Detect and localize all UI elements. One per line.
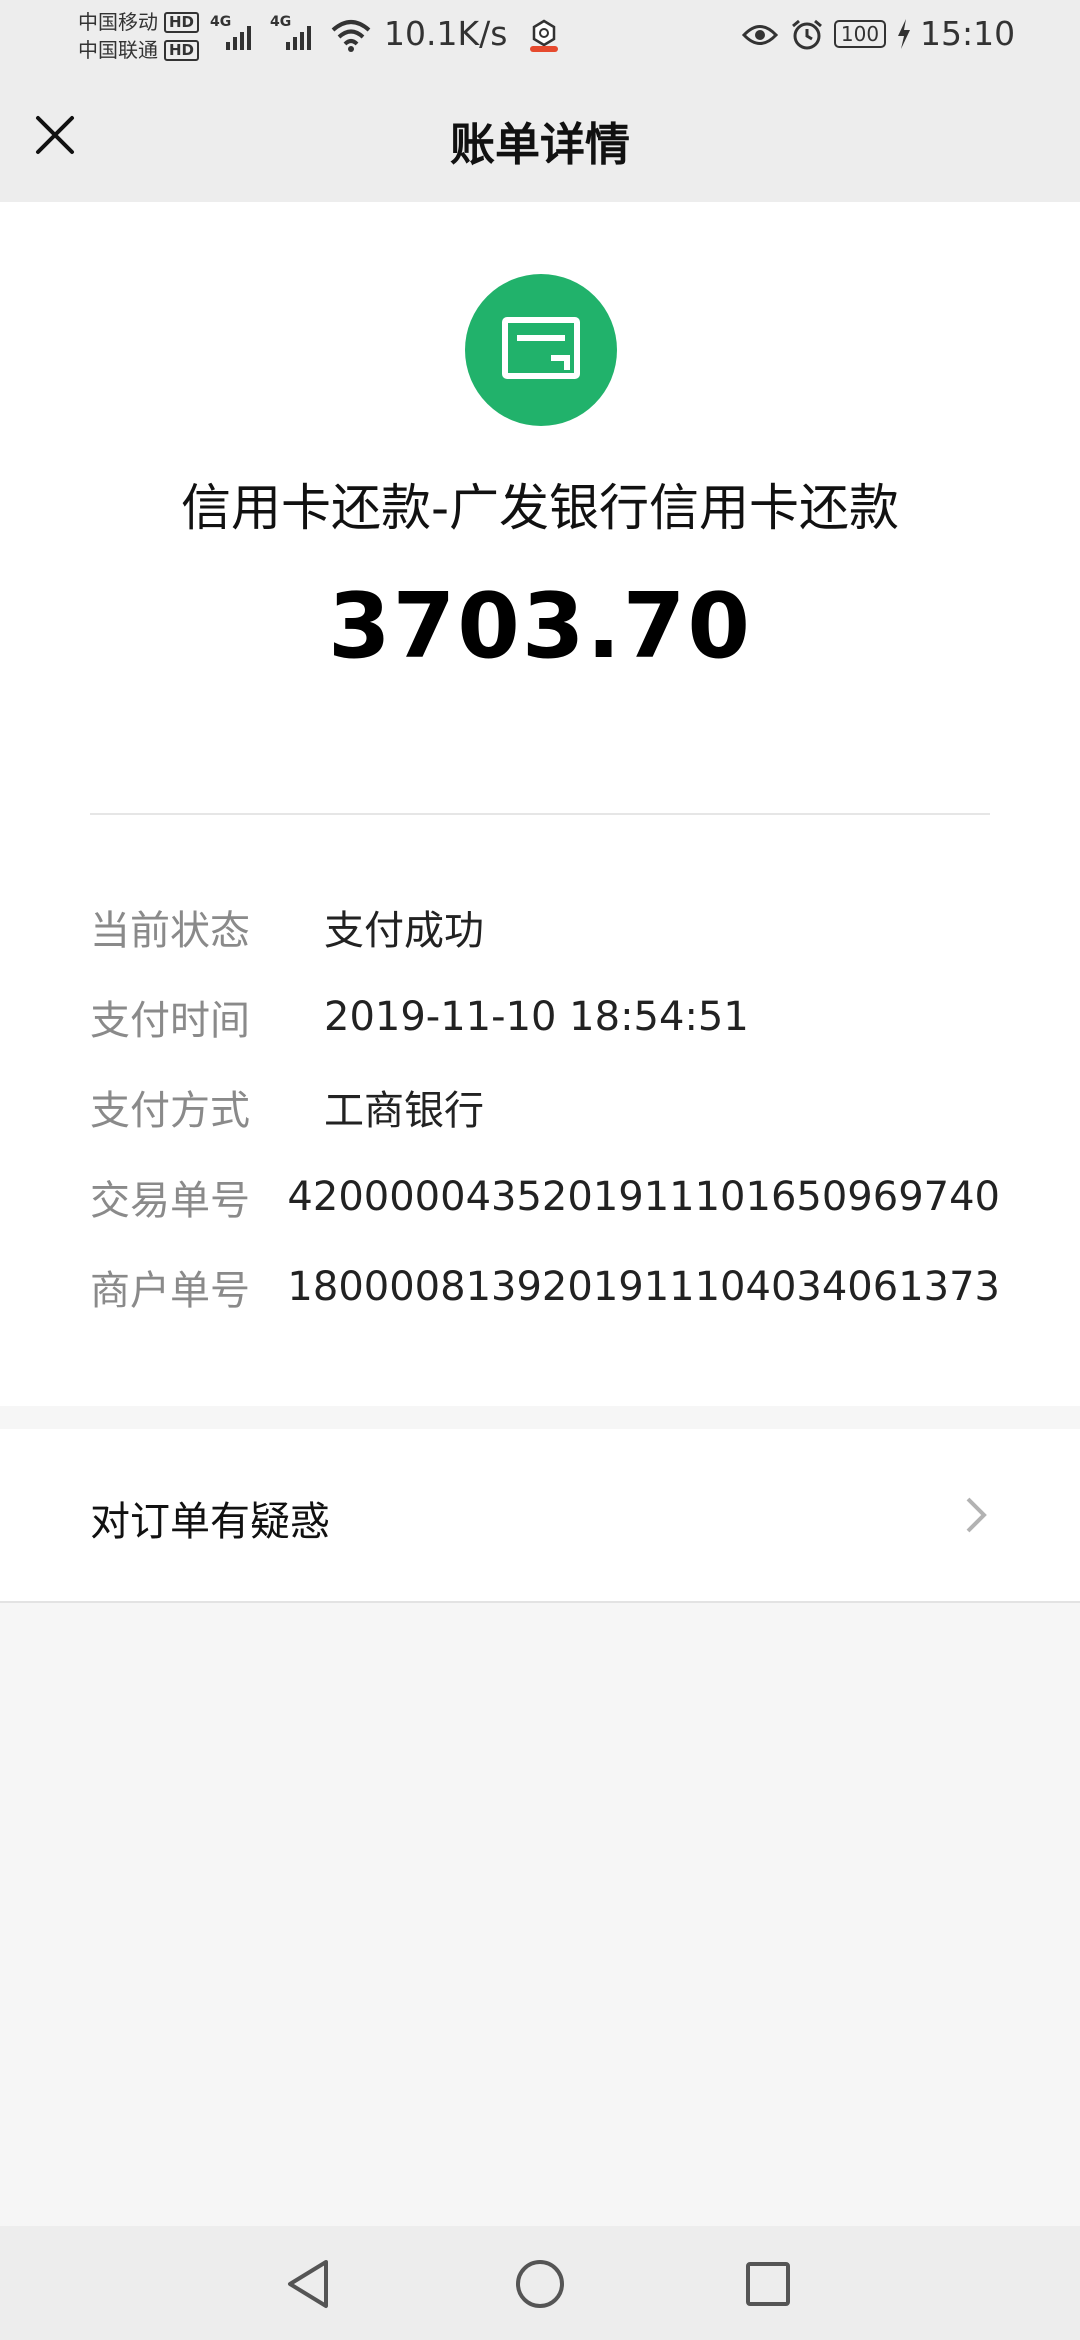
- detail-value: 2019-11-10 18:54:51: [324, 994, 749, 1040]
- divider: [90, 813, 990, 815]
- recent-apps-icon[interactable]: [744, 2260, 792, 2308]
- charging-icon: [898, 19, 910, 49]
- back-icon[interactable]: [284, 2256, 334, 2312]
- detail-label: 支付时间: [90, 998, 250, 1044]
- carrier-1: 中国移动: [78, 10, 158, 34]
- detail-label: 当前状态: [90, 908, 250, 954]
- detail-label: 支付方式: [90, 1088, 250, 1134]
- status-bar: 中国移动 HD 中国联通 HD 4G 4G 10.1K/s 100 15:10: [0, 0, 1080, 72]
- detail-value: 支付成功: [324, 908, 484, 954]
- merchant-icon: [465, 274, 617, 426]
- merchant-name: 信用卡还款-广发银行信用卡还款: [180, 479, 900, 537]
- battery-icon: 100: [834, 20, 886, 48]
- app-notification-icon: [530, 19, 558, 52]
- detail-label: 商户单号: [90, 1268, 250, 1314]
- detail-row-pay-method: 支付方式 工商银行: [90, 1062, 1000, 1152]
- home-icon[interactable]: [514, 2258, 566, 2310]
- signal-group: 4G 4G: [210, 14, 316, 50]
- detail-list: 当前状态 支付成功 支付时间 2019-11-10 18:54:51 支付方式 …: [90, 882, 1000, 1332]
- system-nav-bar: [0, 2226, 1080, 2340]
- detail-value: 工商银行: [324, 1088, 484, 1134]
- detail-value: 1800008139201911104034061373: [287, 1264, 1000, 1310]
- detail-label: 交易单号: [90, 1178, 250, 1224]
- card-icon: [502, 317, 580, 379]
- carrier-info: 中国移动 HD 中国联通 HD: [78, 8, 200, 64]
- clock: 15:10: [920, 14, 1016, 53]
- detail-row-status: 当前状态 支付成功: [90, 882, 1000, 972]
- page-title: 账单详情: [449, 118, 630, 171]
- carrier-2: 中国联通: [78, 38, 158, 62]
- net-speed: 10.1K/s: [384, 14, 508, 53]
- hd-badge: HD: [164, 11, 200, 33]
- signal-icon: 4G: [210, 14, 256, 50]
- signal-icon: 4G: [270, 14, 316, 50]
- detail-value: 4200000435201911101650969740: [287, 1174, 1000, 1220]
- bill-card: 信用卡还款-广发银行信用卡还款 3703.70 当前状态 支付成功 支付时间 2…: [0, 202, 1080, 1406]
- eye-icon: [742, 25, 778, 45]
- dispute-label: 对订单有疑惑: [90, 1499, 330, 1545]
- header-bar: 账单详情: [0, 72, 1080, 202]
- chevron-right-icon: [966, 1497, 987, 1533]
- detail-row-pay-time: 支付时间 2019-11-10 18:54:51: [90, 972, 1000, 1062]
- wifi-icon: [331, 20, 371, 52]
- bill-amount: 3703.70: [328, 574, 752, 679]
- detail-row-transaction-id: 交易单号 4200000435201911101650969740: [90, 1152, 1000, 1242]
- hd-badge: HD: [164, 39, 200, 61]
- alarm-icon: [792, 19, 822, 50]
- dispute-order-button[interactable]: 对订单有疑惑: [0, 1429, 1080, 1603]
- detail-row-merchant-order-id: 商户单号 1800008139201911104034061373: [90, 1242, 1000, 1332]
